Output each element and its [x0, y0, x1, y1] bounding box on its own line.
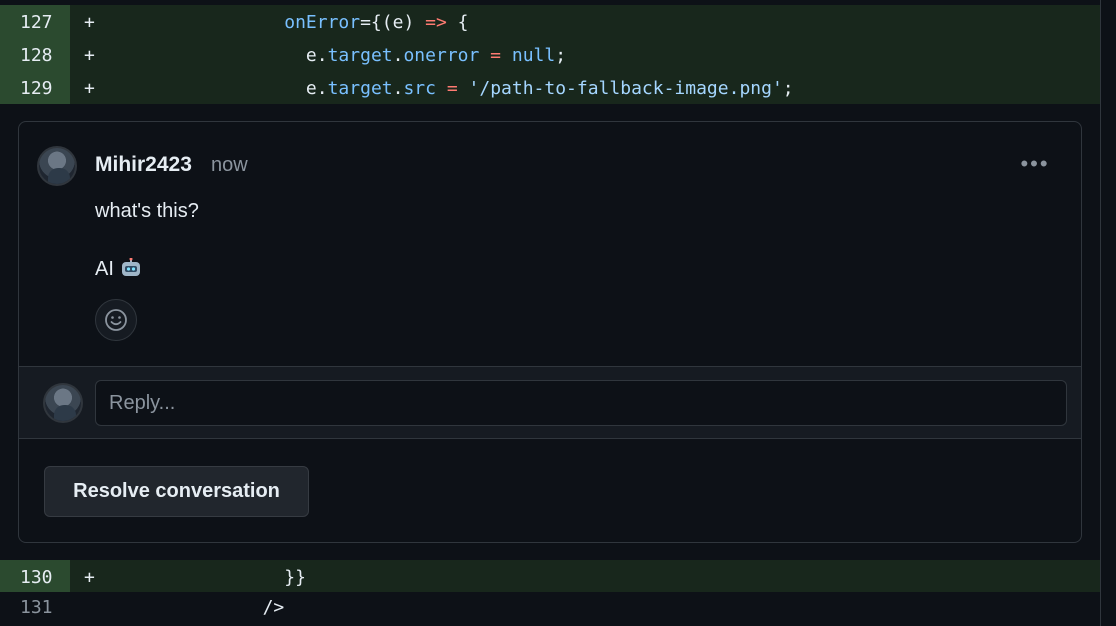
diff-line: 129 + e.target.src = '/path-to-fallback-i…	[0, 71, 1100, 105]
code-token: '/path-to-fallback-image.png'	[468, 77, 783, 99]
comment-body-text: AI	[95, 258, 114, 280]
comment-author[interactable]: Mihir2423	[95, 153, 192, 177]
avatar[interactable]	[37, 146, 77, 186]
reply-avatar	[43, 383, 83, 423]
line-number[interactable]: 129	[0, 71, 70, 105]
diff-line: 131 />	[0, 592, 1100, 622]
code-token: />	[262, 596, 285, 618]
line-number[interactable]: 130	[0, 560, 70, 594]
diff-marker: +	[84, 566, 95, 588]
code-content: e.target.onerror = null;	[100, 45, 566, 66]
line-number[interactable]: 128	[0, 38, 70, 72]
code-token: e.	[305, 77, 328, 99]
scroll-gutter	[1100, 0, 1116, 626]
code-token: onError	[284, 11, 361, 33]
code-token: .	[392, 44, 404, 66]
code-token: e.	[305, 44, 328, 66]
comment-body-line-2: AI	[95, 258, 142, 281]
code-token: target	[327, 44, 393, 66]
code-token: src	[403, 77, 436, 99]
diff-line: 128 + e.target.onerror = null;	[0, 38, 1100, 72]
code-token: ;	[555, 44, 567, 66]
code-token: onerror	[403, 44, 480, 66]
add-reaction-button[interactable]	[95, 299, 137, 341]
robot-icon	[121, 258, 140, 276]
reply-area	[19, 366, 1081, 439]
line-number[interactable]: 127	[0, 5, 70, 39]
code-token: =	[446, 77, 458, 99]
code-content: onError={(e) => {	[100, 11, 469, 33]
diff-marker: +	[84, 11, 95, 33]
code-content: />	[100, 596, 285, 618]
comment-timestamp[interactable]: now	[211, 154, 248, 177]
comment-body-line: what's this?	[95, 200, 199, 222]
diff-marker: +	[84, 44, 95, 66]
code-content: e.target.src = '/path-to-fallback-image.…	[100, 78, 794, 99]
emoji-icon	[105, 309, 127, 331]
line-number[interactable]: 131	[0, 592, 70, 622]
code-token: {	[446, 11, 469, 33]
diff-marker: +	[84, 77, 95, 99]
review-thread-container: Mihir2423 now ••• what's this? AI Reply.…	[0, 104, 1100, 560]
code-token: }}	[284, 566, 306, 588]
resolve-conversation-button[interactable]: Resolve conversation	[44, 466, 309, 517]
reply-input[interactable]	[95, 380, 1067, 426]
diff-line: 127 + onError={(e) => {	[0, 5, 1100, 39]
code-token: =	[490, 44, 502, 66]
code-token: null	[511, 44, 556, 66]
more-icon: •••	[1020, 151, 1050, 176]
diff-line: 130 + }}	[0, 560, 1100, 594]
code-token: target	[327, 77, 393, 99]
review-thread: Mihir2423 now ••• what's this? AI Reply.…	[18, 121, 1082, 543]
code-token: ={(e)	[360, 11, 426, 33]
code-token: =>	[425, 11, 447, 33]
code-token: .	[392, 77, 404, 99]
code-token: ;	[782, 77, 794, 99]
code-content: }}	[100, 567, 306, 588]
more-options-button[interactable]: •••	[1015, 148, 1055, 180]
